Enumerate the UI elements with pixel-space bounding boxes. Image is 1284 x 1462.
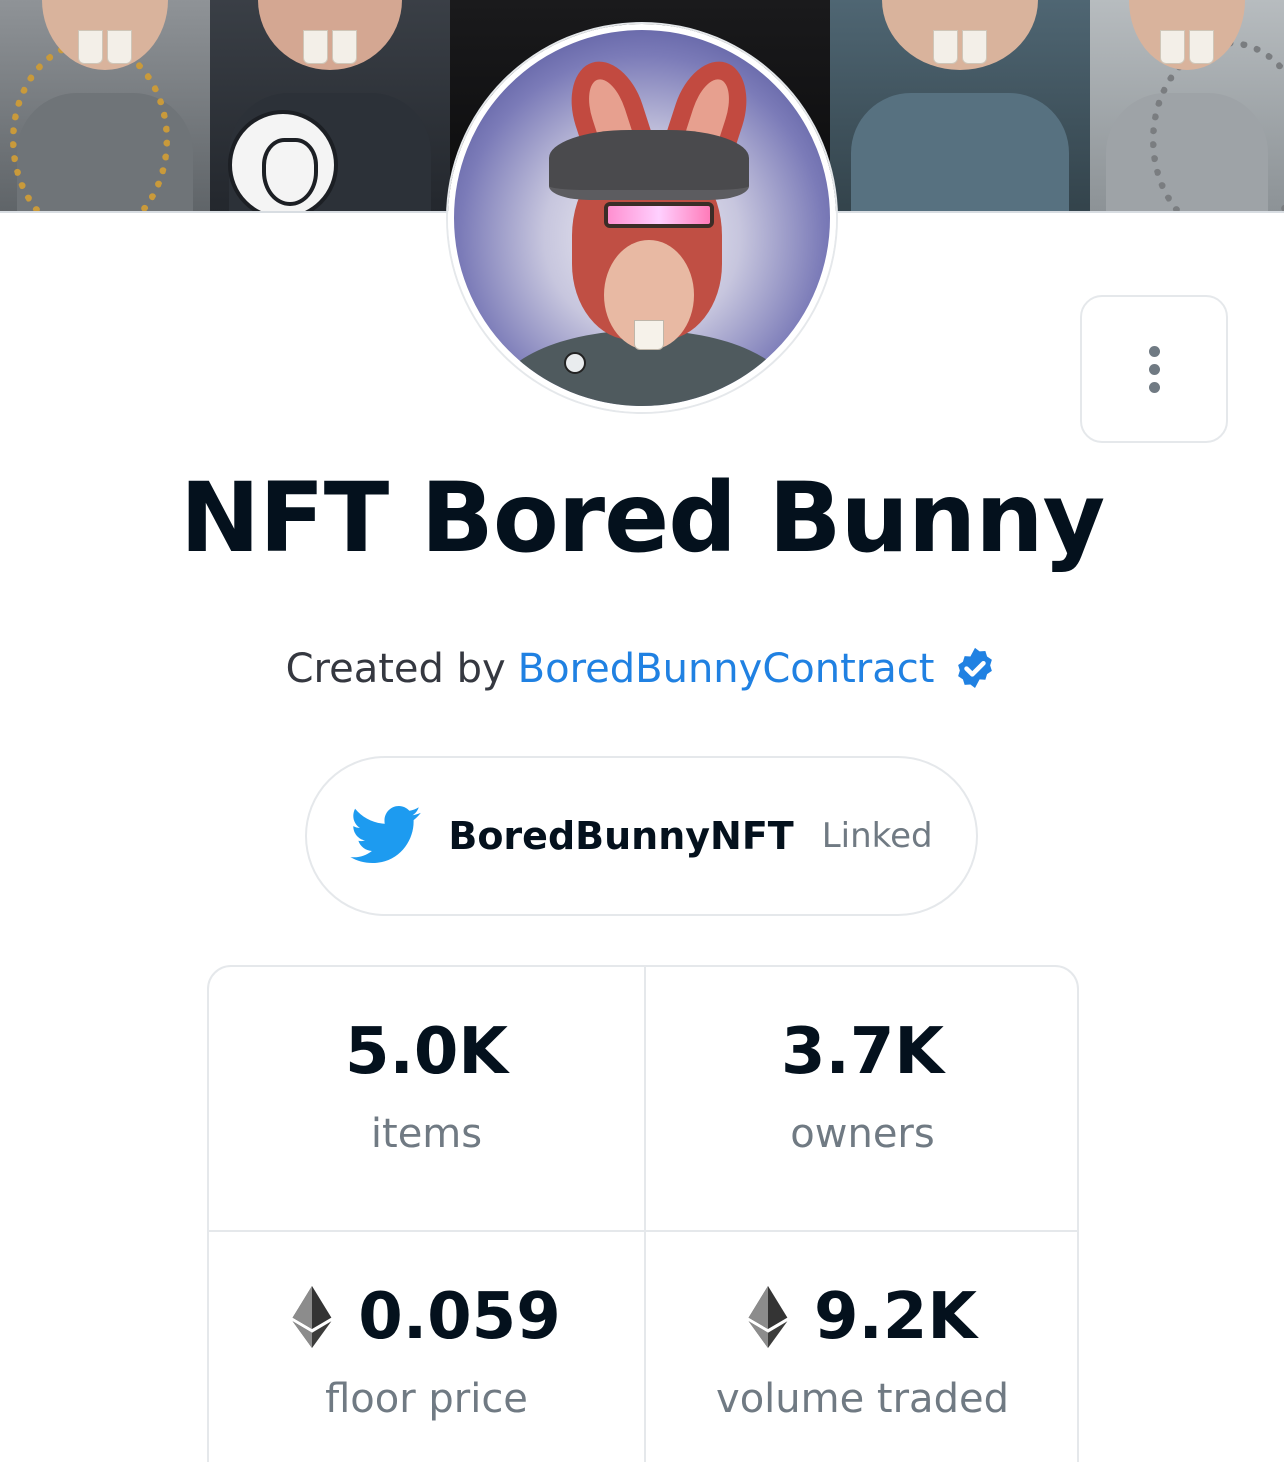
banner-bunny-4 bbox=[830, 0, 1090, 211]
stat-volume-traded-label: volume traded bbox=[716, 1376, 1009, 1422]
stat-floor-price-value: 0.059 bbox=[358, 1280, 561, 1354]
stat-value: 0.059 bbox=[292, 1280, 561, 1354]
banner-logo-icon bbox=[228, 110, 338, 211]
created-by-label: Created by bbox=[285, 646, 506, 692]
ethereum-icon bbox=[748, 1286, 788, 1348]
creator-link[interactable]: BoredBunnyContract bbox=[518, 646, 935, 692]
ellipsis-dot bbox=[1148, 381, 1160, 393]
collection-title: NFT Bored Bunny bbox=[179, 462, 1105, 574]
stat-items-label: items bbox=[370, 1111, 483, 1157]
stat-value: 5.0K bbox=[345, 1015, 508, 1089]
stat-items-value: 5.0K bbox=[345, 1015, 508, 1089]
twitter-handle: BoredBunnyNFT bbox=[448, 814, 794, 858]
collection-stats-grid: 5.0K items 3.7K owners 0.059 floor price bbox=[207, 965, 1079, 1462]
banner-bunny-5 bbox=[1090, 0, 1284, 211]
stat-floor-price-label: floor price bbox=[325, 1376, 528, 1422]
stat-owners-value: 3.7K bbox=[781, 1015, 944, 1089]
stat-volume-traded-value: 9.2K bbox=[814, 1280, 977, 1354]
stat-value: 3.7K bbox=[781, 1015, 944, 1089]
vertical-ellipsis-icon bbox=[1148, 345, 1160, 357]
stat-value: 9.2K bbox=[748, 1280, 977, 1354]
twitter-linked-status: Linked bbox=[821, 816, 933, 856]
stat-floor-price[interactable]: 0.059 floor price bbox=[209, 1230, 644, 1462]
ethereum-icon bbox=[292, 1286, 332, 1348]
stat-items[interactable]: 5.0K items bbox=[209, 967, 644, 1230]
twitter-link-pill[interactable]: BoredBunnyNFT Linked bbox=[305, 756, 978, 916]
collection-avatar bbox=[448, 24, 836, 412]
verified-badge-icon bbox=[958, 647, 993, 688]
stat-owners-label: owners bbox=[790, 1111, 935, 1157]
creator-line: Created by BoredBunnyContract bbox=[0, 646, 1284, 692]
ellipsis-dot bbox=[1148, 363, 1160, 375]
collection-page: NFT Bored Bunny Created by BoredBunnyCon… bbox=[0, 0, 1284, 1462]
banner-bunny-1 bbox=[0, 0, 210, 211]
more-options-button[interactable] bbox=[1080, 295, 1228, 443]
stat-owners[interactable]: 3.7K owners bbox=[644, 967, 1077, 1230]
stat-volume-traded[interactable]: 9.2K volume traded bbox=[644, 1230, 1077, 1462]
twitter-bird-icon bbox=[350, 806, 422, 863]
